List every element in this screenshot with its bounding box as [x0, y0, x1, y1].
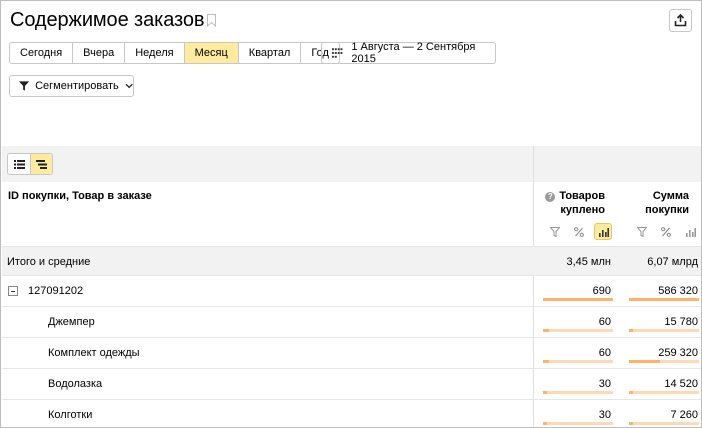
row-sum-value: 586 320: [658, 285, 698, 297]
row-label: Комплект одежды: [48, 347, 140, 359]
bar-chart-icon[interactable]: [594, 223, 612, 240]
row-items-value: 60: [598, 316, 611, 328]
row-sum-bar: [629, 422, 699, 425]
table-row[interactable]: 127091202 690 586 320: [2, 275, 701, 306]
page-title: Содержимое заказов: [10, 9, 205, 31]
totals-sum-value: 6,07 млрд: [647, 256, 698, 268]
row-items-value: 30: [598, 378, 611, 390]
row-items-bar: [543, 329, 613, 332]
totals-label: Итого и средние: [7, 256, 91, 268]
report-frame: Содержимое заказов Сегодня Вчера Неделя …: [0, 0, 702, 428]
chevron-down-icon: [125, 83, 133, 89]
table-row[interactable]: Колготки 30 7 260: [2, 399, 701, 427]
tree-icon: [36, 159, 47, 169]
table-toolbar-metrics: [534, 146, 701, 182]
row-sum-value: 7 260: [670, 409, 698, 421]
filter-icon: [19, 81, 30, 91]
table-row[interactable]: Комплект одежды 60 259 320: [2, 337, 701, 368]
period-selector: Сегодня Вчера Неделя Месяц Квартал Год: [9, 42, 340, 64]
list-icon: [13, 159, 25, 169]
export-button[interactable]: [669, 9, 692, 32]
row-sum-value: 14 520: [664, 378, 698, 390]
date-range-label: 1 Августа — 2 Сентября 2015: [351, 41, 476, 65]
calendar-icon: [332, 48, 343, 58]
metric-tools-sum: [633, 223, 699, 240]
totals-items-value: 3,45 млн: [566, 256, 611, 268]
row-items-bar: [543, 391, 613, 394]
metric-header-line: покупки: [645, 204, 689, 216]
metric-header-items[interactable]: ? Товаров куплено: [541, 189, 605, 217]
row-sum-value: 259 320: [658, 347, 698, 359]
row-sum-bar: [629, 329, 699, 332]
segment-label: Сегментировать: [35, 80, 119, 92]
row-label: Джемпер: [48, 316, 95, 328]
bar-chart-icon[interactable]: [681, 223, 699, 240]
row-sum-bar: [629, 298, 699, 301]
column-filter-icon[interactable]: [633, 223, 651, 240]
row-label: 127091202: [28, 285, 84, 297]
segment-button[interactable]: Сегментировать: [9, 75, 134, 97]
collapse-icon[interactable]: [8, 286, 18, 296]
period-today-button[interactable]: Сегодня: [10, 43, 73, 63]
row-items-bar: [543, 360, 613, 363]
metric-header-line: куплено: [560, 204, 605, 216]
metric-header-line: Сумма: [652, 190, 689, 202]
row-sum-bar: [629, 360, 699, 363]
percent-icon[interactable]: [570, 223, 588, 240]
dimension-header[interactable]: ID покупки, Товар в заказе: [8, 190, 152, 202]
period-quarter-button[interactable]: Квартал: [237, 43, 301, 63]
list-view-button[interactable]: [8, 154, 30, 174]
column-filter-icon[interactable]: [546, 223, 564, 240]
row-items-value: 60: [598, 347, 611, 359]
totals-row: Итого и средние 3,45 млн 6,07 млрд: [2, 246, 701, 275]
date-range-button[interactable]: 1 Августа — 2 Сентября 2015: [321, 41, 496, 65]
help-icon[interactable]: ?: [545, 192, 556, 202]
period-week-button[interactable]: Неделя: [124, 43, 184, 63]
export-icon: [674, 14, 687, 27]
row-label: Водолазка: [48, 378, 103, 390]
period-yesterday-button[interactable]: Вчера: [72, 43, 125, 63]
table-row[interactable]: Джемпер 60 15 780: [2, 306, 701, 337]
view-mode-toggle: [7, 153, 53, 175]
period-month-button[interactable]: Месяц: [183, 43, 238, 63]
row-items-value: 690: [592, 285, 611, 297]
table-row[interactable]: Водолазка 30 14 520: [2, 368, 701, 399]
row-sum-bar: [629, 391, 699, 394]
metric-tools-items: [546, 223, 612, 240]
row-items-value: 30: [598, 409, 611, 421]
bookmark-icon[interactable]: [207, 14, 216, 27]
metric-header-line: Товаров: [559, 190, 605, 202]
percent-icon[interactable]: [657, 223, 675, 240]
row-items-bar: [543, 298, 613, 301]
row-items-bar: [543, 422, 613, 425]
tree-view-button[interactable]: [30, 154, 52, 174]
row-sum-value: 15 780: [664, 316, 698, 328]
table-toolbar: [2, 146, 533, 182]
metric-header-sum[interactable]: Сумма покупки: [629, 189, 689, 217]
row-label: Колготки: [48, 409, 93, 421]
